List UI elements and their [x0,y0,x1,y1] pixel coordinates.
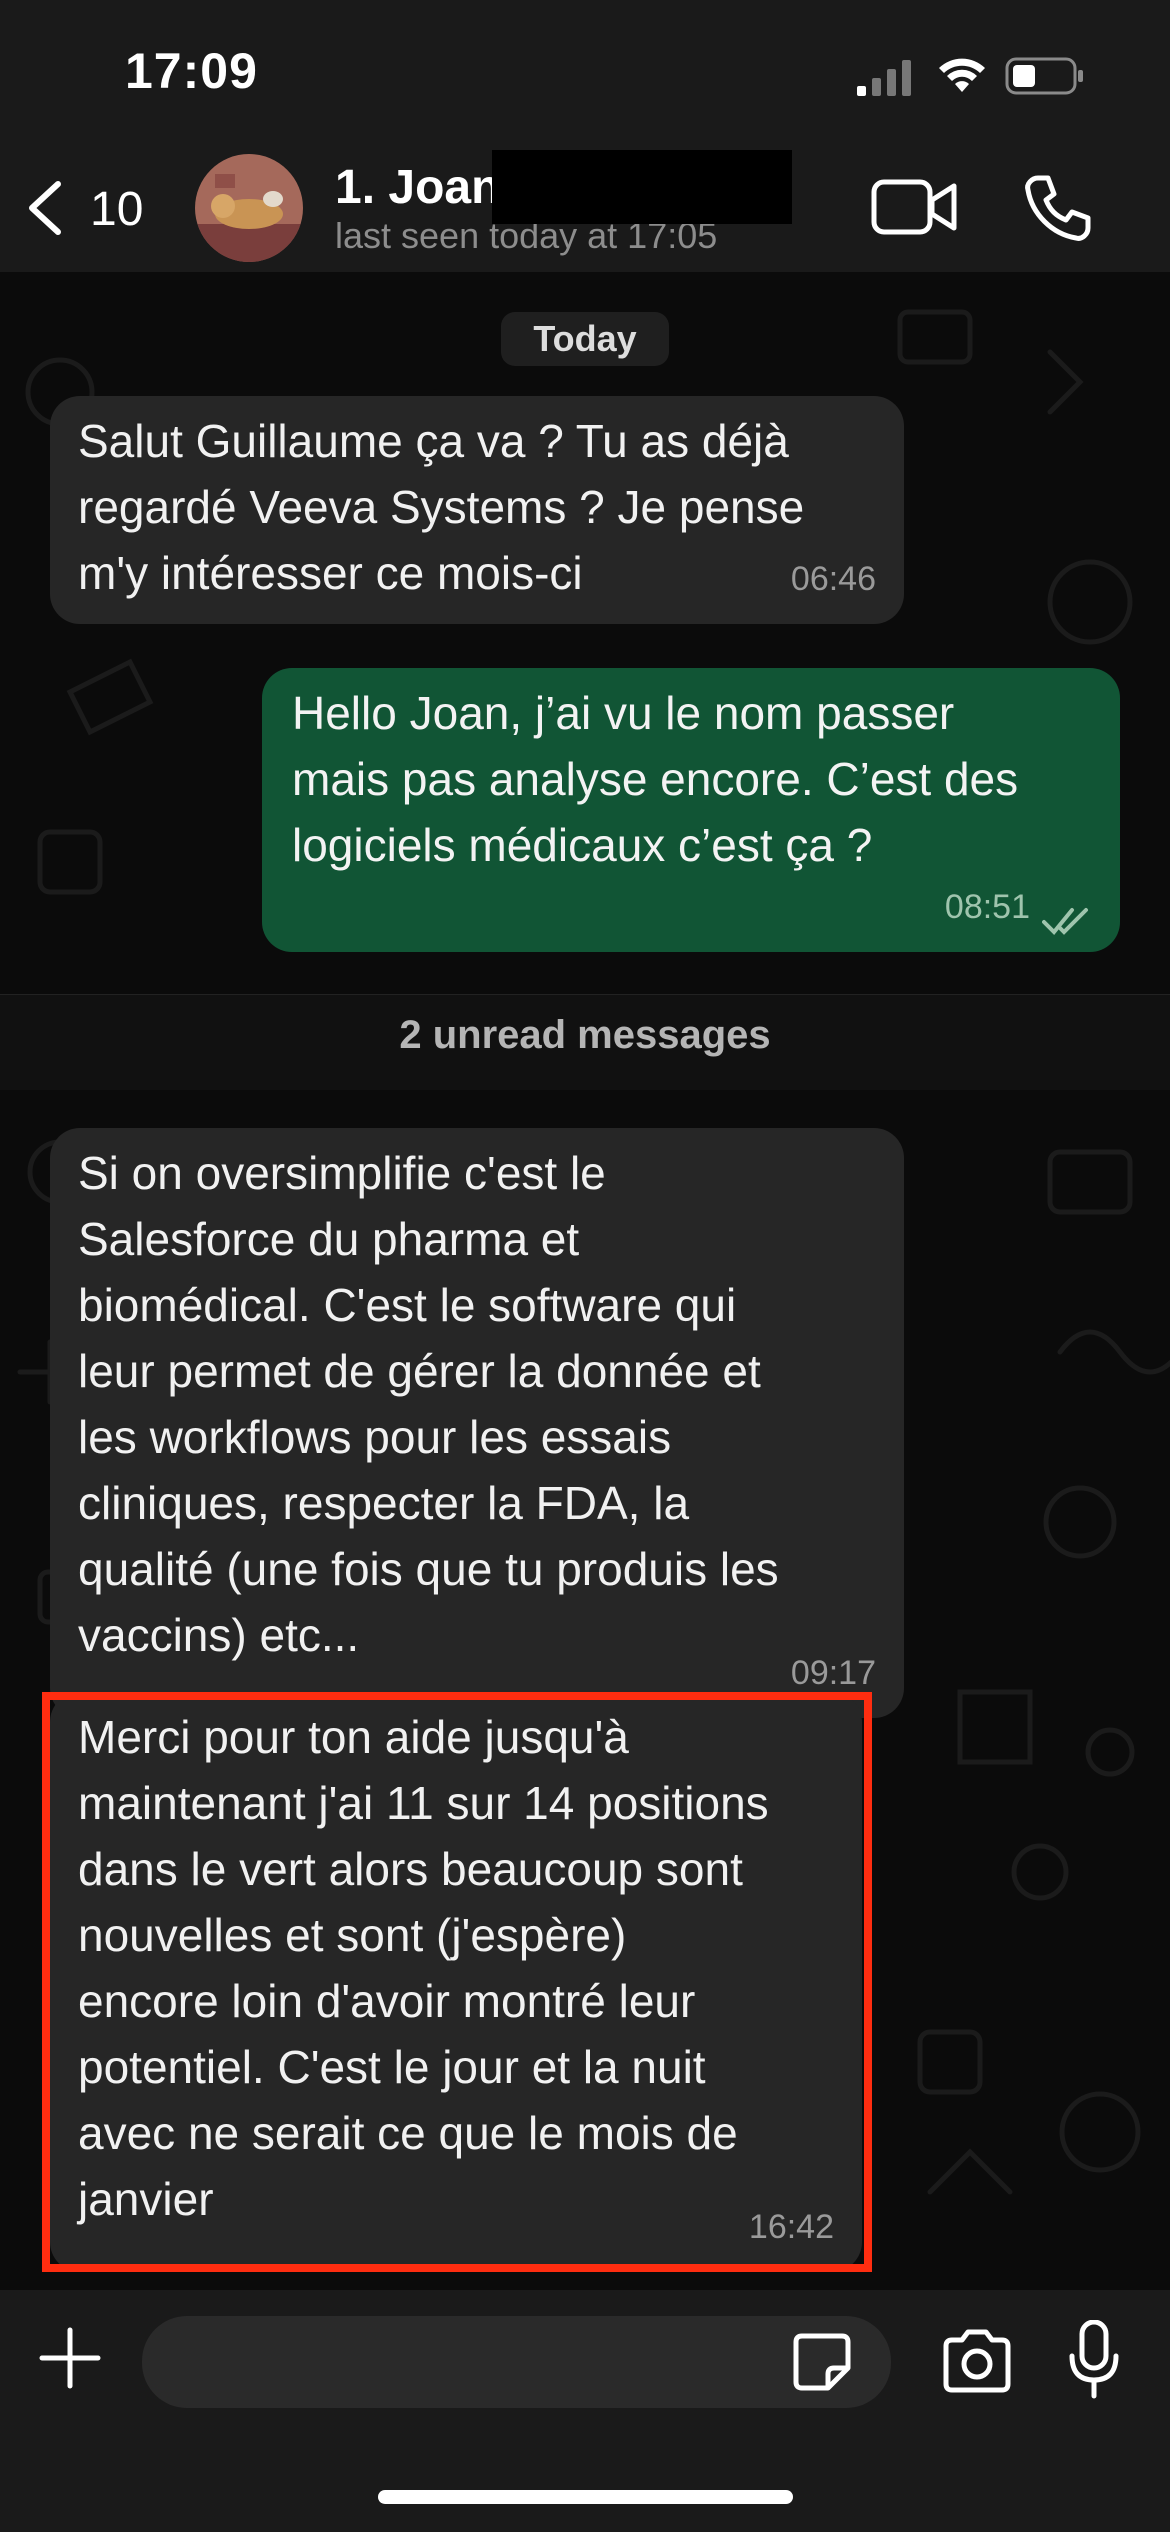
highlight-annotation-box [42,1692,872,2272]
message-text: Salut Guillaume ça va ? Tu as déjà regar… [78,415,805,599]
message-bubble-incoming[interactable]: Si on oversimplifie c'est le Salesforce … [50,1128,904,1718]
voice-call-icon[interactable] [1020,172,1092,244]
message-bubble-incoming[interactable]: Salut Guillaume ça va ? Tu as déjà regar… [50,396,904,624]
message-bubble-outgoing[interactable]: Hello Joan, j’ai vu le nom passer mais p… [262,668,1120,952]
unread-messages-divider: 2 unread messages [0,994,1170,1090]
message-time: 08:51 [944,888,1030,926]
message-input-bar [0,2290,1170,2532]
camera-icon[interactable] [940,2328,1014,2394]
video-call-icon[interactable] [870,172,960,242]
message-time: 06:46 [790,560,876,598]
cellular-signal-icon [857,60,911,96]
unread-messages-label: 2 unread messages [399,1013,771,1057]
chat-header: 10 1. Joan last seen today at 17:05 [0,150,1170,273]
sticker-icon[interactable] [792,2332,852,2392]
microphone-icon[interactable] [1066,2320,1122,2400]
back-unread-count[interactable]: 10 [90,182,143,237]
message-text: Hello Joan, j’ai vu le nom passer mais p… [292,687,1019,871]
battery-icon [1005,57,1083,95]
status-clock: 17:09 [125,43,258,99]
home-indicator [378,2490,793,2504]
double-check-read-icon [1042,908,1088,935]
contact-avatar[interactable] [195,154,303,262]
message-input-field[interactable] [142,2316,891,2408]
message-text: Si on oversimplifie c'est le Salesforce … [78,1147,779,1661]
wifi-icon [939,58,985,92]
status-bar: 17:09 [0,0,1170,150]
avatar-photo-icon [195,154,303,262]
back-chevron-icon[interactable] [20,178,70,238]
attach-plus-icon[interactable] [38,2326,102,2390]
contact-name[interactable]: 1. Joan [335,160,500,215]
date-divider: Today [501,312,669,366]
redaction-block [492,150,792,224]
